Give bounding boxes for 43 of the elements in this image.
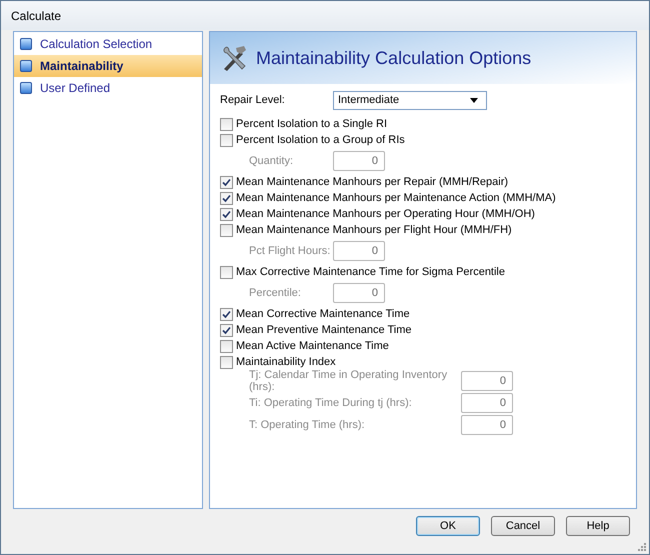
field-label: Percentile: [249, 287, 302, 299]
checkbox-label[interactable]: Mean Maintenance Manhours per Maintenance Action (MMH/MA) [236, 192, 556, 204]
checkbox-label[interactable]: Percent Isolation to a Group of RIs [236, 134, 405, 146]
checkbox[interactable] [220, 176, 233, 188]
field-label: Tj: Calendar Time in Operating Inventory (hrs): [249, 369, 448, 393]
square-icon [20, 60, 32, 72]
field-label: Repair Level: [220, 94, 286, 106]
sidebar-item[interactable]: User Defined [14, 77, 202, 99]
checkbox-label[interactable]: Mean Preventive Maintenance Time [236, 324, 412, 336]
checkbox-label[interactable]: Mean Maintenance Manhours per Operating Hour (MMH/OH) [236, 208, 535, 220]
field-label: Ti: Operating Time During tj (hrs): [249, 397, 413, 409]
field-label: T: Operating Time (hrs): [249, 419, 366, 431]
checkbox[interactable] [220, 356, 233, 368]
checkbox[interactable] [220, 118, 233, 130]
checkbox[interactable] [220, 308, 233, 320]
dialog-button[interactable]: Help [566, 516, 630, 536]
dialog-button[interactable]: Cancel [491, 516, 555, 536]
checkbox-label[interactable]: Max Corrective Maintenance Time for Sigma Percentile [236, 266, 505, 278]
sidebar-item[interactable]: Maintainability [14, 55, 202, 77]
square-icon [20, 38, 32, 50]
checkbox[interactable] [220, 134, 233, 146]
checkbox[interactable] [220, 266, 233, 278]
square-icon [20, 82, 32, 94]
checkbox-label[interactable]: Mean Active Maintenance Time [236, 340, 389, 352]
resize-grip-icon [636, 541, 646, 551]
window-title: Calculate [11, 8, 62, 22]
field-label: Quantity: [249, 155, 294, 167]
checkbox[interactable] [220, 208, 233, 220]
checkbox-label[interactable]: Mean Corrective Maintenance Time [236, 308, 410, 320]
checkbox-label[interactable]: Percent Isolation to a Single RI [236, 118, 388, 130]
dialog-button[interactable]: OK [416, 516, 480, 536]
repair-level-dropdown[interactable]: Intermediate [333, 90, 487, 110]
sidebar-item[interactable]: Calculation Selection [14, 33, 202, 55]
checkbox[interactable] [220, 224, 233, 236]
caret-icon [470, 98, 478, 102]
checkbox-label[interactable]: Mean Maintenance Manhours per Flight Hour (MMH/FH) [236, 224, 512, 236]
field-label: Pct Flight Hours: [249, 245, 332, 257]
checkbox[interactable] [220, 324, 233, 336]
panel-title: Maintainability Calculation Options [256, 48, 532, 68]
checkbox-label[interactable]: Maintainability Index [236, 356, 336, 368]
checkbox[interactable] [220, 340, 233, 352]
checkbox[interactable] [220, 192, 233, 204]
checkbox-label[interactable]: Mean Maintenance Manhours per Repair (MMH/Repair) [236, 176, 508, 188]
